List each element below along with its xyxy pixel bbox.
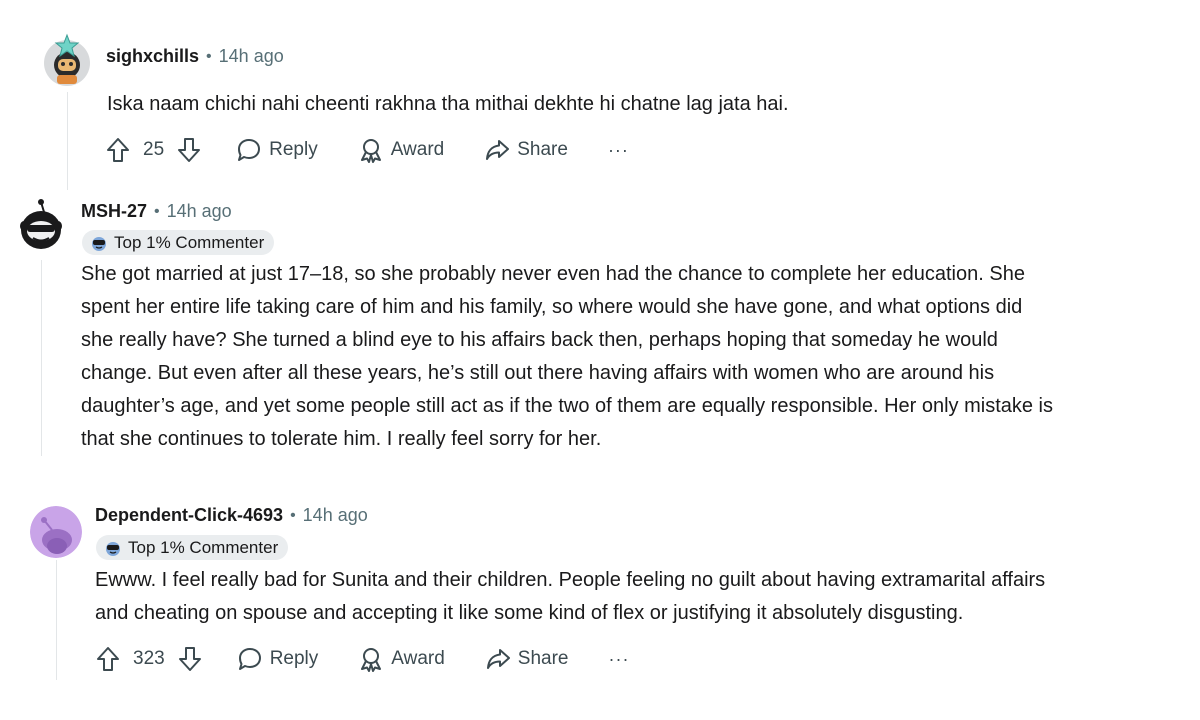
meta-separator: • xyxy=(154,202,160,220)
meta-separator: • xyxy=(206,47,212,65)
comment-body-line: Ewww. I feel really bad for Sunita and t… xyxy=(95,569,1046,591)
reply-label: Reply xyxy=(269,139,318,160)
arrow-up-icon xyxy=(97,647,119,671)
comment-body-line: change. But even after all these years, … xyxy=(81,362,995,384)
reply-button[interactable]: Reply xyxy=(236,137,318,163)
user-flair: Top 1% Commenter xyxy=(96,535,289,560)
share-label: Share xyxy=(517,139,568,160)
flair-text: Top 1% Commenter xyxy=(114,232,265,252)
comment-body-line: she really have? She turned a blind eye … xyxy=(81,329,998,351)
sunglasses-icon xyxy=(104,540,122,556)
comment-body-line: She got married at just 17–18, so she pr… xyxy=(81,263,1025,285)
reply-label: Reply xyxy=(269,648,319,669)
upvote-button[interactable] xyxy=(105,136,131,164)
comment-actions: 25 Reply Award Share ··· xyxy=(105,136,629,164)
award-label: Award xyxy=(391,648,445,669)
comment-meta: MSH-27 • 14h ago xyxy=(81,201,232,222)
comment-body: She got married at just 17–18, so she pr… xyxy=(81,258,1053,456)
more-options-button[interactable]: ··· xyxy=(608,140,629,161)
avatar[interactable] xyxy=(14,196,68,254)
award-ribbon-icon xyxy=(361,648,382,672)
comment-body-line: and cheating on spouse and accepting it … xyxy=(95,602,964,624)
comment-meta: Dependent-Click-4693 • 14h ago xyxy=(95,505,368,526)
comment-body-line: spent her entire life taking care of him… xyxy=(81,296,1023,318)
arrow-down-icon xyxy=(178,647,201,671)
award-label: Award xyxy=(390,139,445,160)
username[interactable]: MSH-27 xyxy=(81,201,147,222)
vote-count: 25 xyxy=(143,139,165,160)
thread-line[interactable] xyxy=(67,92,68,190)
speech-bubble-icon xyxy=(238,139,261,161)
share-button[interactable]: Share xyxy=(485,646,569,672)
username[interactable]: sighxchills xyxy=(106,46,199,67)
timestamp[interactable]: 14h ago xyxy=(219,46,284,67)
avatar[interactable] xyxy=(30,506,82,558)
vote-count: 323 xyxy=(133,648,165,669)
award-ribbon-icon xyxy=(360,139,381,163)
avatar[interactable] xyxy=(40,33,94,87)
upvote-button[interactable] xyxy=(95,645,121,673)
reply-button[interactable]: Reply xyxy=(237,646,319,672)
sunglasses-icon xyxy=(90,235,108,251)
more-options-button[interactable]: ··· xyxy=(609,649,630,670)
comment-thread: sighxchills • 14h ago Iska naam chichi n… xyxy=(0,0,1200,720)
more-dots-icon: ··· xyxy=(608,648,630,669)
timestamp[interactable]: 14h ago xyxy=(303,505,368,526)
share-arrow-icon xyxy=(486,649,510,669)
more-dots-icon: ··· xyxy=(607,139,629,160)
award-button[interactable]: Award xyxy=(358,646,445,672)
comment-body: Iska naam chichi nahi cheenti rakhna tha… xyxy=(107,93,789,115)
comment-meta: sighxchills • 14h ago xyxy=(106,46,284,67)
arrow-up-icon xyxy=(107,138,129,162)
arrow-down-icon xyxy=(178,138,201,162)
thread-line[interactable] xyxy=(56,560,57,680)
speech-bubble-icon xyxy=(238,648,261,670)
award-button[interactable]: Award xyxy=(358,137,445,163)
comment-body-line: that she continues to tolerate him. I re… xyxy=(81,428,602,450)
share-label: Share xyxy=(517,648,569,669)
share-button[interactable]: Share xyxy=(484,137,568,163)
comment-body-line: daughter’s age, and yet some people stil… xyxy=(81,395,1054,417)
username[interactable]: Dependent-Click-4693 xyxy=(95,505,283,526)
flair-text: Top 1% Commenter xyxy=(128,537,279,557)
comment-actions: 323 Reply Award Share ··· xyxy=(95,645,629,673)
share-arrow-icon xyxy=(486,140,510,160)
user-flair: Top 1% Commenter xyxy=(82,230,275,255)
downvote-button[interactable] xyxy=(177,645,203,673)
downvote-button[interactable] xyxy=(176,136,202,164)
meta-separator: • xyxy=(290,506,296,524)
thread-line[interactable] xyxy=(41,260,42,456)
timestamp[interactable]: 14h ago xyxy=(167,201,232,222)
comment-body: Ewww. I feel really bad for Sunita and t… xyxy=(95,564,1045,630)
